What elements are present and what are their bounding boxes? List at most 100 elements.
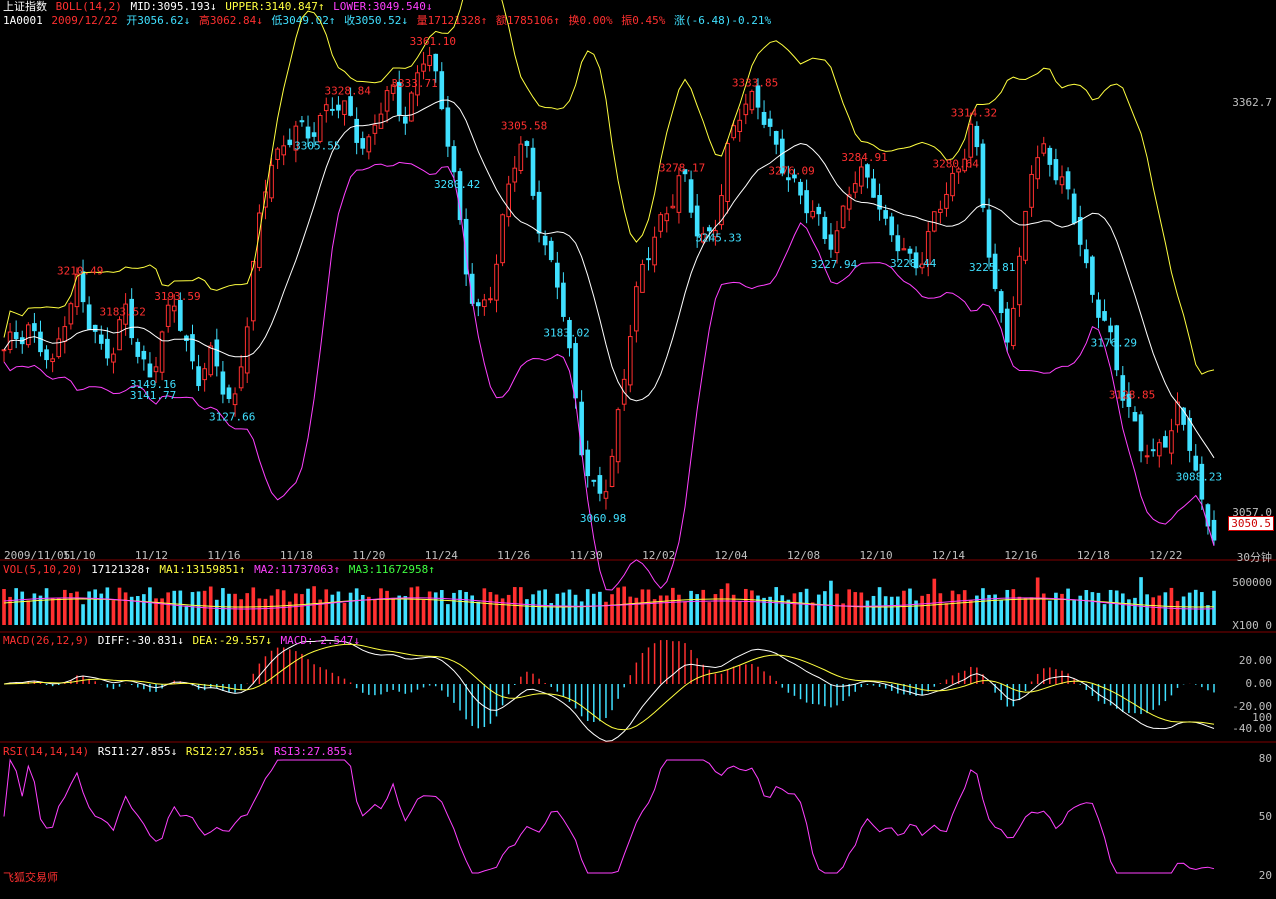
- candle-body: [287, 139, 293, 146]
- volume-bar: [324, 589, 329, 625]
- volume-bar: [591, 593, 596, 625]
- candle-body: [323, 104, 329, 112]
- high-label-4: 3333.71: [391, 77, 437, 90]
- volume-bar: [1139, 577, 1143, 625]
- low-label-12: 3088.23: [1176, 471, 1222, 484]
- macd-dea: DEA:-29.557↓: [192, 634, 272, 647]
- volume-bar: [1017, 596, 1022, 625]
- volume-bar: [2, 589, 6, 625]
- high-label-0: 3183.52: [100, 306, 146, 319]
- candle-body: [305, 126, 311, 139]
- volume-bar: [1157, 595, 1162, 625]
- volume-bar: [87, 591, 91, 625]
- volume-bar: [798, 592, 803, 625]
- date-tick: 11/12: [134, 549, 169, 562]
- low-label-4: 3305.55: [294, 140, 340, 153]
- candle-body: [938, 208, 943, 213]
- volume-bar: [1108, 589, 1113, 625]
- rsi-header: RSI(14,14,14) RSI1:27.855↓ RSI2:27.855↓ …: [3, 745, 355, 759]
- candle-body: [615, 409, 621, 463]
- volume-bar: [1035, 577, 1040, 625]
- low-label-8: 3245.33: [695, 231, 741, 244]
- volume-bar: [1102, 604, 1107, 625]
- chart-canvas[interactable]: 3183.52 3210.49 3193.59 3328.84 3333.71 3361.…: [0, 0, 1276, 899]
- volume-bar: [719, 588, 724, 625]
- volume-bar: [671, 587, 675, 625]
- volume-bar: [44, 588, 49, 625]
- candle-body: [859, 166, 864, 187]
- candle-body: [1156, 442, 1162, 457]
- candle-body: [1193, 455, 1199, 471]
- candle-body: [688, 179, 694, 213]
- candle-body: [1090, 256, 1095, 295]
- low-label-5: 3183.02: [543, 326, 589, 339]
- volume-bar: [135, 596, 140, 625]
- volume-bar: [446, 604, 450, 625]
- volume-bar: [148, 587, 152, 625]
- volume-bar: [865, 600, 870, 625]
- volume-bar: [525, 599, 529, 625]
- volume-bar: [93, 589, 98, 625]
- high-label-6: 3305.58: [501, 120, 547, 133]
- candle-body: [980, 143, 986, 208]
- candle-body: [1041, 143, 1047, 154]
- high-label-7: 3278.17: [659, 161, 705, 174]
- volume-bar: [1072, 600, 1076, 625]
- volume-bar: [896, 596, 900, 625]
- date-tick: 11/10: [62, 549, 96, 562]
- candle-body: [743, 103, 749, 116]
- volume-bar: [251, 587, 256, 625]
- volume-bar: [640, 589, 645, 625]
- volume-bar: [263, 598, 268, 625]
- volume-bar: [354, 588, 359, 625]
- date-tick: 11/20: [352, 549, 386, 562]
- volume-bar: [184, 605, 189, 625]
- volume-bar: [1181, 596, 1186, 625]
- macd-label: MACD(26,12,9): [3, 634, 90, 647]
- date-tick: 11/18: [279, 549, 313, 562]
- candle-body: [342, 100, 347, 115]
- candle-body: [232, 393, 238, 406]
- volume-bar: [555, 593, 560, 625]
- candle-body: [852, 183, 858, 193]
- candle-body: [834, 230, 840, 254]
- volume-bar: [342, 602, 347, 625]
- volume-bar: [433, 592, 438, 625]
- candle-body: [561, 282, 566, 317]
- vol-value: 17121328↑: [91, 563, 151, 576]
- period-label[interactable]: 30分钟: [1237, 549, 1272, 565]
- candle-body: [311, 132, 317, 137]
- volume-bar: [859, 592, 864, 625]
- volume-bar: [1133, 597, 1137, 625]
- candle-body: [1029, 173, 1034, 208]
- candle-body: [883, 210, 888, 219]
- candle-body: [92, 324, 98, 332]
- volume-bar: [20, 591, 25, 625]
- candle-body: [86, 304, 92, 330]
- rsi-axis-2: 20: [1258, 869, 1272, 882]
- candle-body: [548, 240, 554, 261]
- low-label-10: 3225.81: [969, 261, 1015, 274]
- candle-body: [998, 291, 1004, 314]
- date-tick: 12/08: [787, 549, 821, 562]
- volume-bar: [300, 594, 304, 625]
- candle-body: [378, 113, 384, 129]
- high-label-9: 3284.91: [841, 151, 887, 164]
- candle-body: [944, 193, 949, 209]
- volume-bar: [275, 589, 280, 625]
- volume-bar: [403, 596, 408, 625]
- volume-bar: [585, 589, 590, 625]
- candle-body: [1132, 412, 1138, 422]
- candle-body: [26, 324, 31, 346]
- candle-body: [111, 353, 116, 363]
- volume-bar: [32, 593, 37, 625]
- candle-body: [901, 248, 907, 251]
- macd-header: MACD(26,12,9) DIFF:-30.831↓ DEA:-29.557↓…: [3, 634, 362, 648]
- candle-body: [147, 363, 153, 378]
- candle-body: [165, 304, 171, 327]
- date-tick: 12/04: [714, 549, 748, 562]
- volume-bar: [549, 603, 554, 625]
- volume-bar: [379, 588, 383, 625]
- candle-body: [968, 123, 974, 158]
- candle-body: [542, 235, 548, 246]
